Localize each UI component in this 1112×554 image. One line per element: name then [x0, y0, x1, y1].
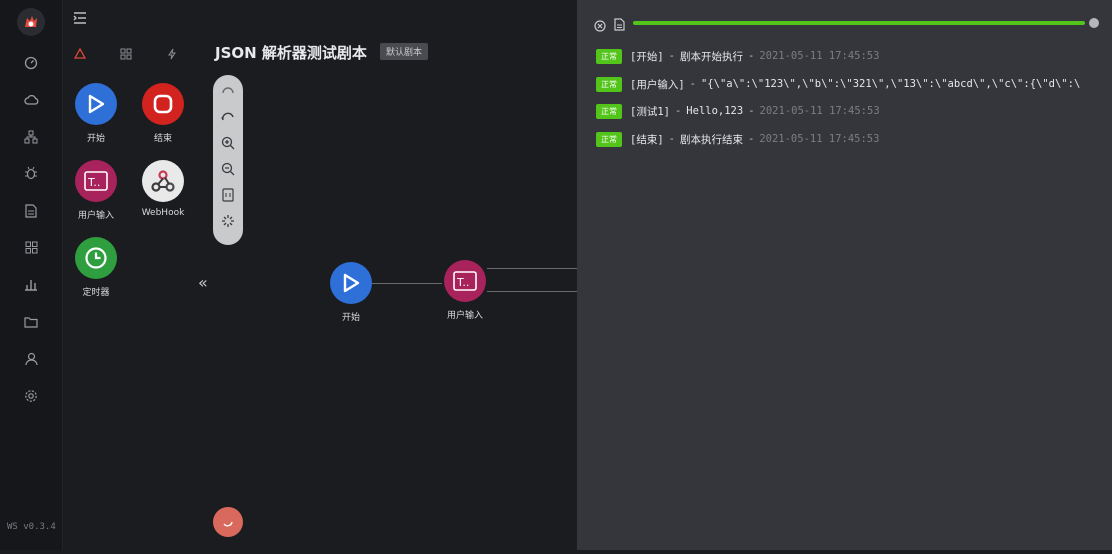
canvas-node-start[interactable]: 开始 [316, 262, 386, 323]
log-step: [开始] [630, 50, 664, 63]
cloud-icon[interactable] [22, 91, 40, 109]
progress-bar [633, 21, 1085, 25]
node-label: 用户输入 [446, 311, 483, 321]
zoom-in-icon[interactable] [220, 135, 236, 151]
canvas-controls [213, 75, 243, 245]
grid-icon[interactable] [22, 238, 40, 256]
toolbox-node-start[interactable]: 开始 [66, 83, 126, 144]
sidebar-rail: WS v0.3.4 [0, 0, 63, 550]
settings-icon[interactable] [22, 387, 40, 405]
fit-view-icon[interactable] [220, 187, 236, 203]
webhook-icon [142, 160, 184, 202]
log-entry: 正常 [测试1] - Hello,123 - 2021-05-11 17:45:… [596, 103, 880, 119]
tab-plugins-icon[interactable] [162, 44, 182, 64]
auto-layout-icon[interactable] [220, 213, 236, 229]
log-time: 2021-05-11 17:45:53 [759, 105, 880, 117]
spinner-icon [223, 521, 233, 527]
close-icon[interactable] [594, 17, 606, 32]
clock-icon [75, 237, 117, 279]
node-label: 开始 [341, 313, 360, 323]
log-panel: 正常 [开始] - 剧本开始执行 - 2021-05-11 17:45:53 正… [577, 0, 1112, 550]
default-script-badge: 默认剧本 [380, 43, 429, 60]
play-icon [75, 83, 117, 125]
log-step: [测试1] [630, 105, 670, 118]
dashboard-icon[interactable] [22, 54, 40, 72]
toolbox-node-timer[interactable]: 定时器 [66, 237, 126, 298]
tab-nodes-icon[interactable] [70, 44, 90, 64]
log-entry: 正常 [开始] - 剧本开始执行 - 2021-05-11 17:45:53 [596, 48, 879, 64]
status-badge: 正常 [596, 76, 622, 92]
file-icon[interactable] [614, 16, 625, 31]
menu-toggle-icon[interactable] [72, 10, 90, 26]
document-icon[interactable] [22, 202, 40, 220]
toolbox-node-user-input[interactable]: T.. 用户输入 [66, 160, 126, 221]
undo-icon[interactable] [220, 83, 236, 99]
progress-done-icon [1089, 18, 1099, 28]
log-message: 剧本执行结束 [679, 133, 743, 146]
log-message: Hello,123 [686, 105, 744, 117]
bug-icon[interactable] [22, 164, 40, 182]
status-badge: 正常 [596, 131, 622, 147]
collapse-panel-icon[interactable]: « [198, 273, 208, 292]
app-window: WS v0.3.4 开始 结束 T.. 用户输入 WebHook 定时器 « J… [0, 0, 1112, 550]
status-badge: 正常 [596, 48, 622, 64]
log-step: [结束] [630, 133, 664, 146]
node-label: 开始 [86, 134, 105, 144]
svg-text:T..: T.. [87, 176, 100, 189]
node-label: 用户输入 [77, 211, 114, 221]
version-label: WS v0.3.4 [7, 522, 56, 532]
page-title: JSON 解析器测试剧本 [215, 44, 367, 62]
play-icon [330, 262, 372, 304]
node-label: WebHook [141, 208, 185, 218]
svg-text:T..: T.. [456, 276, 469, 289]
redo-icon[interactable] [220, 109, 236, 125]
network-icon[interactable] [22, 128, 40, 146]
log-time: 2021-05-11 17:45:53 [759, 133, 880, 145]
terminal-icon: T.. [444, 260, 486, 302]
toolbox-node-end[interactable]: 结束 [133, 83, 193, 144]
canvas-edge [487, 291, 577, 292]
log-entry: 正常 [结束] - 剧本执行结束 - 2021-05-11 17:45:53 [596, 131, 879, 147]
status-badge: 正常 [596, 103, 622, 119]
tab-components-icon[interactable] [116, 44, 136, 64]
logo-icon [25, 16, 37, 27]
log-step: [用户输入] [630, 78, 685, 91]
canvas-node-user-input[interactable]: T.. 用户输入 [430, 260, 500, 321]
toolbox-node-webhook[interactable]: WebHook [133, 160, 193, 218]
node-label: 定时器 [82, 288, 110, 298]
terminal-icon: T.. [75, 160, 117, 202]
log-entry: 正常 [用户输入] - "{\"a\":\"123\",\"b\":\"321\… [596, 76, 1080, 92]
logo[interactable] [17, 8, 45, 36]
log-time: 2021-05-11 17:45:53 [759, 50, 880, 62]
toolbox-tabs [66, 44, 196, 64]
log-message: "{\"a\":\"123\",\"b\":\"321\",\"13\":\"a… [700, 78, 1081, 90]
run-button[interactable] [213, 507, 243, 537]
chart-icon[interactable] [22, 275, 40, 293]
user-icon[interactable] [22, 350, 40, 368]
folder-icon[interactable] [22, 313, 40, 331]
zoom-out-icon[interactable] [220, 161, 236, 177]
log-message: 剧本开始执行 [679, 50, 743, 63]
node-label: 结束 [153, 134, 172, 144]
canvas-edge [487, 268, 577, 269]
stop-icon [142, 83, 184, 125]
